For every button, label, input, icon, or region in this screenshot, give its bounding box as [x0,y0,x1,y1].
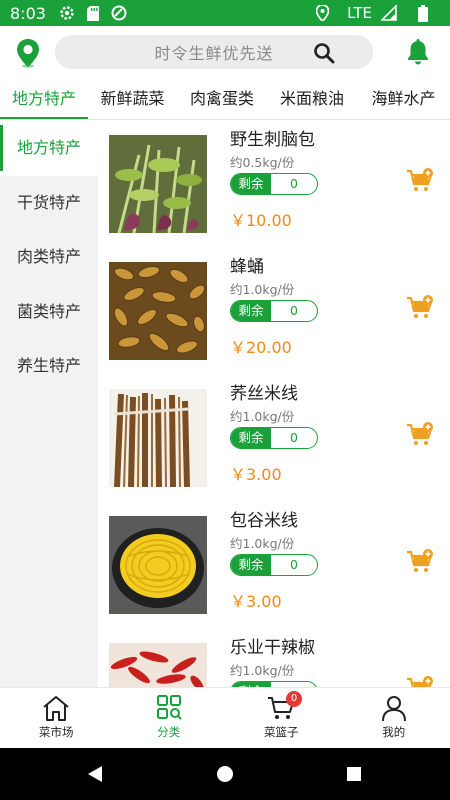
tab-local-specialty[interactable]: 地方特产 [0,80,88,119]
product-image-wild-shoots[interactable] [109,135,207,233]
location-pin-icon[interactable] [14,38,42,68]
product-weight: 约1.0kg/份 [230,536,295,551]
tab-meat-poultry-eggs[interactable]: 肉禽蛋类 [177,80,267,119]
product-item[interactable]: 乐业干辣椒 约1.0kg/份 剩余 0 [98,629,450,687]
product-item[interactable]: 荞丝米线 约1.0kg/份 剩余 0 ￥3.00 [98,375,450,502]
search-header: 时令生鲜优先送 [0,26,450,80]
search-placeholder: 时令生鲜优先送 [154,44,274,63]
product-price: ￥3.00 [230,465,282,484]
bottom-tab-label: 分类 [157,725,181,739]
back-icon[interactable] [86,765,104,783]
system-navigation-bar [0,748,450,800]
data-saver-icon [110,4,128,22]
settings-gear-icon [58,4,76,22]
user-icon [381,696,406,722]
product-name: 荞丝米线 [230,384,298,404]
product-item[interactable]: 蜂蛹 约1.0kg/份 剩余 0 ￥20.00 [98,248,450,375]
product-weight: 约1.0kg/份 [230,663,295,678]
recent-apps-icon[interactable] [347,767,361,781]
bottom-tab-bar: 菜市场 分类 菜篮子 0 我的 [0,687,450,748]
sidebar-item-meat-specialty[interactable]: 肉类特产 [0,230,98,285]
bottom-tab-label: 我的 [382,725,406,739]
stock-label: 剩余 [231,428,271,448]
cart-count-badge: 0 [286,691,302,707]
status-bar: 8:03 LTE [0,0,450,26]
stock-qty: 0 [290,176,298,191]
product-item[interactable]: 包谷米线 约1.0kg/份 剩余 0 ￥3.00 [98,502,450,629]
product-item[interactable]: 野生刺脑包 约0.5kg/份 剩余 0 ￥10.00 [98,121,450,248]
bottom-tab-profile[interactable]: 我的 [338,688,450,748]
add-to-cart-icon[interactable] [406,421,434,449]
stock-label: 剩余 [231,301,271,321]
tab-seafood[interactable]: 海鲜水产 [357,80,450,119]
tab-rice-flour-oil[interactable]: 米面粮油 [267,80,357,119]
product-name: 蜂蛹 [230,257,264,277]
sidebar-item-mushroom-specialty[interactable]: 菌类特产 [0,285,98,340]
product-weight: 约1.0kg/份 [230,409,295,424]
category-icon [156,695,182,720]
add-to-cart-icon[interactable] [406,675,434,687]
stock-indicator: 剩余 0 [230,300,318,322]
sidebar-item-dried-goods[interactable]: 干货特产 [0,176,98,231]
product-weight: 约0.5kg/份 [230,155,295,170]
location-status-icon [313,4,331,22]
product-weight: 约1.0kg/份 [230,282,295,297]
stock-indicator: 剩余 0 [230,427,318,449]
signal-icon [380,4,398,22]
product-name: 野生刺脑包 [230,130,315,150]
bottom-tab-label: 菜市场 [39,725,74,739]
sidebar-item-local-specialty[interactable]: 地方特产 [0,121,98,176]
search-input[interactable]: 时令生鲜优先送 [55,35,373,69]
product-name: 乐业干辣椒 [230,638,315,658]
stock-label: 剩余 [231,555,271,575]
product-image-bee-pupae[interactable] [109,262,207,360]
product-image-buckwheat-noodles[interactable] [109,389,207,487]
stock-qty: 0 [290,303,298,318]
category-tabs: 地方特产 新鲜蔬菜 肉禽蛋类 米面粮油 海鲜水产 [0,80,450,120]
home-circle-icon[interactable] [217,766,233,782]
network-type: LTE [347,4,372,22]
bottom-tab-cart[interactable]: 菜篮子 0 [225,688,338,748]
product-price: ￥3.00 [230,592,282,611]
home-icon [43,696,69,721]
product-name: 包谷米线 [230,511,298,531]
product-price: ￥10.00 [230,211,292,230]
bottom-tab-category[interactable]: 分类 [113,688,226,748]
stock-qty: 0 [290,430,298,445]
notification-bell-icon[interactable] [404,38,432,66]
bottom-tab-market[interactable]: 菜市场 [0,688,113,748]
stock-qty: 0 [290,557,298,572]
product-list: 野生刺脑包 约0.5kg/份 剩余 0 ￥10.00 蜂蛹 约1.0kg/份 剩… [98,121,450,687]
add-to-cart-icon[interactable] [406,294,434,322]
sd-card-icon [84,4,102,22]
subcategory-sidebar: 地方特产 干货特产 肉类特产 菌类特产 养生特产 [0,121,98,687]
status-time: 8:03 [10,3,46,23]
stock-indicator: 剩余 0 [230,554,318,576]
stock-indicator: 剩余 0 [230,173,318,195]
add-to-cart-icon[interactable] [406,548,434,576]
product-price: ￥20.00 [230,338,292,357]
add-to-cart-icon[interactable] [406,167,434,195]
battery-icon [414,4,432,22]
search-icon[interactable] [313,42,335,64]
tab-fresh-vegetables[interactable]: 新鲜蔬菜 [88,80,177,119]
product-image-dried-chili[interactable] [109,643,207,687]
bottom-tab-label: 菜篮子 [264,725,299,739]
product-image-corn-noodles[interactable] [109,516,207,614]
stock-label: 剩余 [231,174,271,194]
sidebar-item-health-specialty[interactable]: 养生特产 [0,339,98,394]
